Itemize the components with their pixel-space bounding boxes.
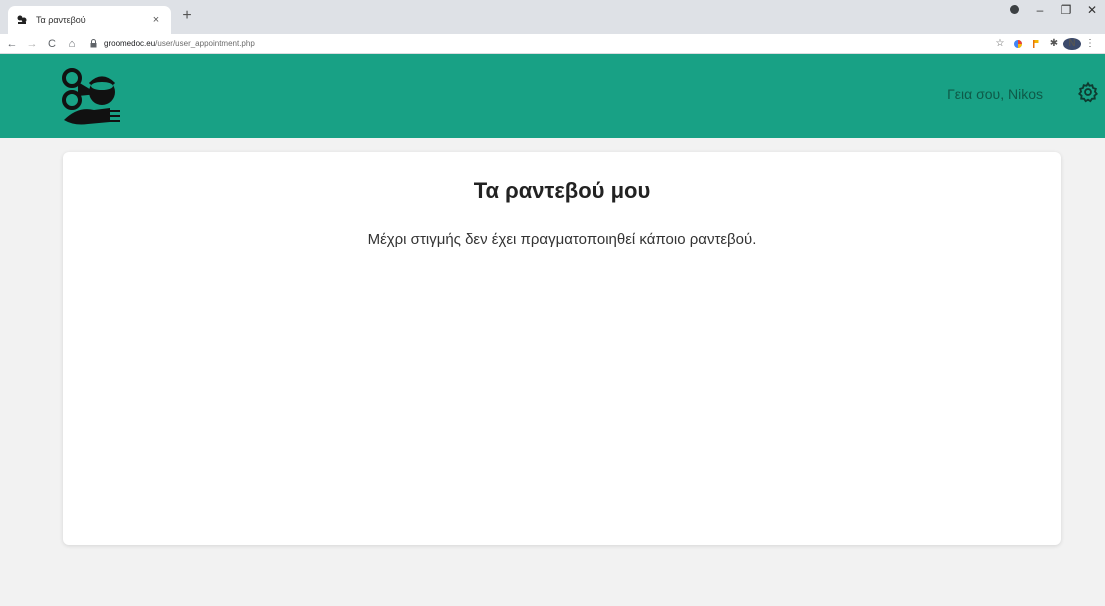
browser-tab[interactable]: Τα ραντεβού × <box>8 6 171 34</box>
browser-toolbar: ← → C ⌂ groomedoc.eu/user/user_appointme… <box>0 34 1105 54</box>
empty-state-message: Μέχρι στιγμής δεν έχει πραγματοποιηθεί κ… <box>367 231 757 248</box>
back-icon[interactable]: ← <box>4 38 20 50</box>
lock-icon <box>88 39 98 48</box>
grooming-logo-icon[interactable] <box>58 66 128 128</box>
extension-flag-icon[interactable] <box>1027 39 1045 49</box>
home-icon[interactable]: ⌂ <box>64 38 80 50</box>
minimize-button[interactable]: – <box>1027 3 1053 17</box>
browser-menu-icon[interactable]: ⋮ <box>1081 38 1099 49</box>
maximize-button[interactable]: ❐ <box>1053 3 1079 17</box>
close-window-button[interactable]: ✕ <box>1079 3 1105 17</box>
appointments-card: Τα ραντεβού μου Μέχρι στιγμής δεν έχει π… <box>63 152 1061 545</box>
extensions-puzzle-icon[interactable]: ✱ <box>1045 38 1063 49</box>
tab-close-icon[interactable]: × <box>149 14 163 26</box>
favicon-icon <box>16 14 28 26</box>
extension-color-icon[interactable] <box>1009 39 1027 49</box>
address-bar[interactable]: groomedoc.eu/user/user_appointment.php <box>88 36 991 52</box>
extensions-area: ☆ ✱ N ⋮ <box>991 37 1099 50</box>
profile-avatar[interactable]: N <box>1063 37 1081 50</box>
forward-icon[interactable]: → <box>24 38 40 50</box>
tab-title: Τα ραντεβού <box>36 15 86 25</box>
user-greeting[interactable]: Γεια σου, Nikos <box>947 86 1043 102</box>
gear-icon[interactable] <box>1077 81 1099 103</box>
bookmark-star-icon[interactable]: ☆ <box>991 38 1009 49</box>
url-text: groomedoc.eu/user/user_appointment.php <box>104 39 255 48</box>
window-controls: – ❐ ✕ <box>1001 3 1105 17</box>
site-header: Γεια σου, Nikos <box>0 54 1105 138</box>
browser-tab-bar: Τα ραντεβού × + – ❐ ✕ <box>0 0 1105 34</box>
page-title: Τα ραντεβού μου <box>473 178 651 203</box>
record-icon[interactable] <box>1001 3 1027 17</box>
reload-icon[interactable]: C <box>44 38 60 50</box>
new-tab-button[interactable]: + <box>177 7 197 25</box>
